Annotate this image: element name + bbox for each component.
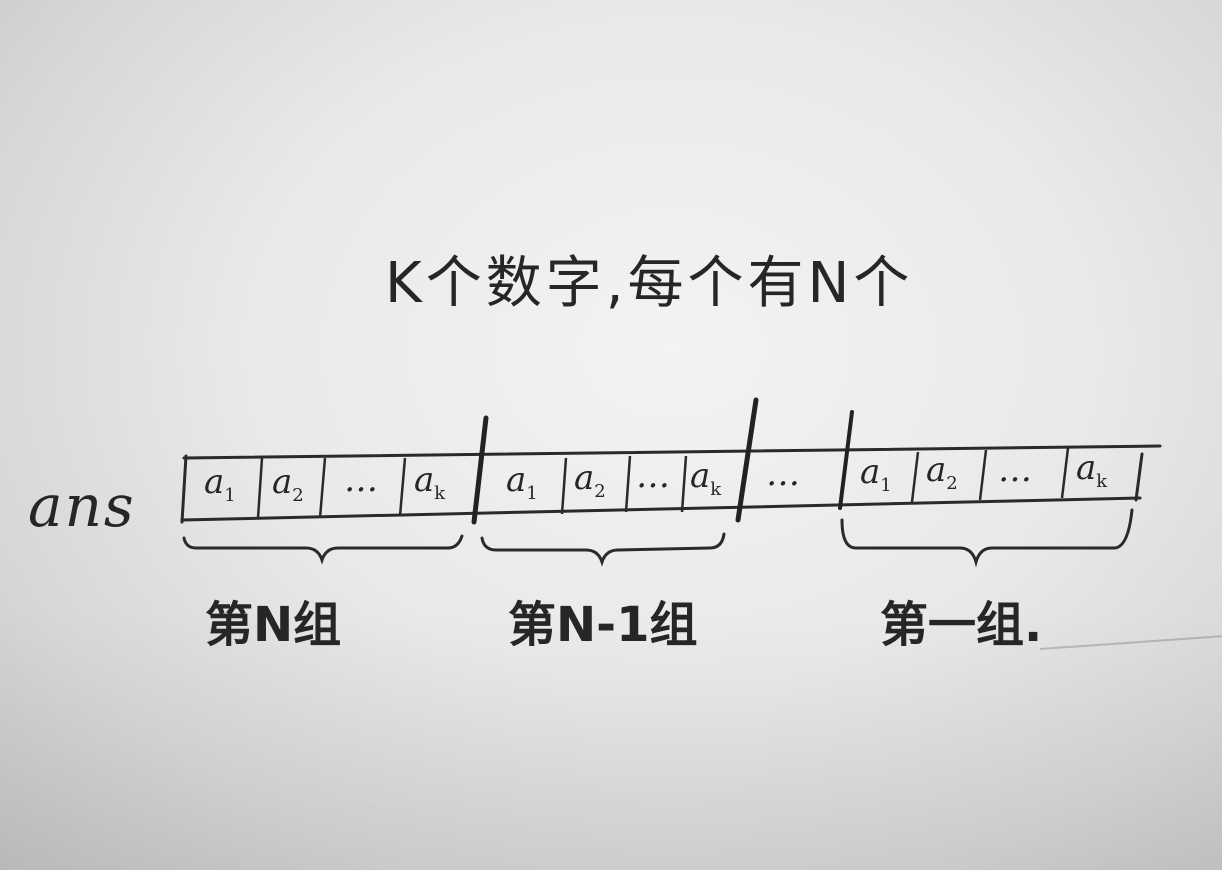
- array-cell: ak: [414, 460, 446, 504]
- cell-divider: [560, 457, 568, 515]
- cell-divider: [398, 457, 407, 517]
- array-drawing: [180, 397, 1162, 568]
- cell-divider: [1060, 447, 1070, 499]
- group-separator: [471, 415, 489, 525]
- array-left-border: [180, 454, 188, 524]
- ellipsis-cell: …: [766, 454, 800, 494]
- ellipsis-cell: …: [636, 456, 670, 496]
- array-cell: a2: [574, 458, 606, 502]
- group-label: 第N组: [205, 597, 342, 653]
- array-bottom-border: [180, 496, 1142, 522]
- cell-divider: [624, 455, 632, 513]
- array-cell: a1: [204, 462, 236, 506]
- ellipsis-cell: …: [998, 450, 1032, 490]
- group-brace: [182, 534, 464, 565]
- array-right-border: [1134, 452, 1144, 502]
- array-cell: ak: [690, 456, 722, 500]
- cell-divider: [680, 455, 688, 513]
- group-label: 第一组.: [880, 597, 1043, 653]
- array-cell: ak: [1076, 448, 1108, 492]
- cell-divider: [910, 451, 920, 503]
- array-cell: a1: [506, 460, 538, 504]
- ellipsis-cell: …: [344, 460, 378, 500]
- group-separator: [838, 410, 854, 510]
- group-brace: [480, 532, 726, 567]
- array-cell: a1: [860, 452, 892, 496]
- group-label: 第N-1组: [508, 597, 698, 653]
- array-cell: a2: [272, 462, 304, 506]
- group-separator: [735, 397, 759, 523]
- array-cell: a2: [926, 450, 958, 494]
- cell-divider: [978, 449, 988, 501]
- cell-divider: [318, 457, 327, 519]
- group-brace: [840, 508, 1134, 568]
- cell-divider: [256, 457, 264, 519]
